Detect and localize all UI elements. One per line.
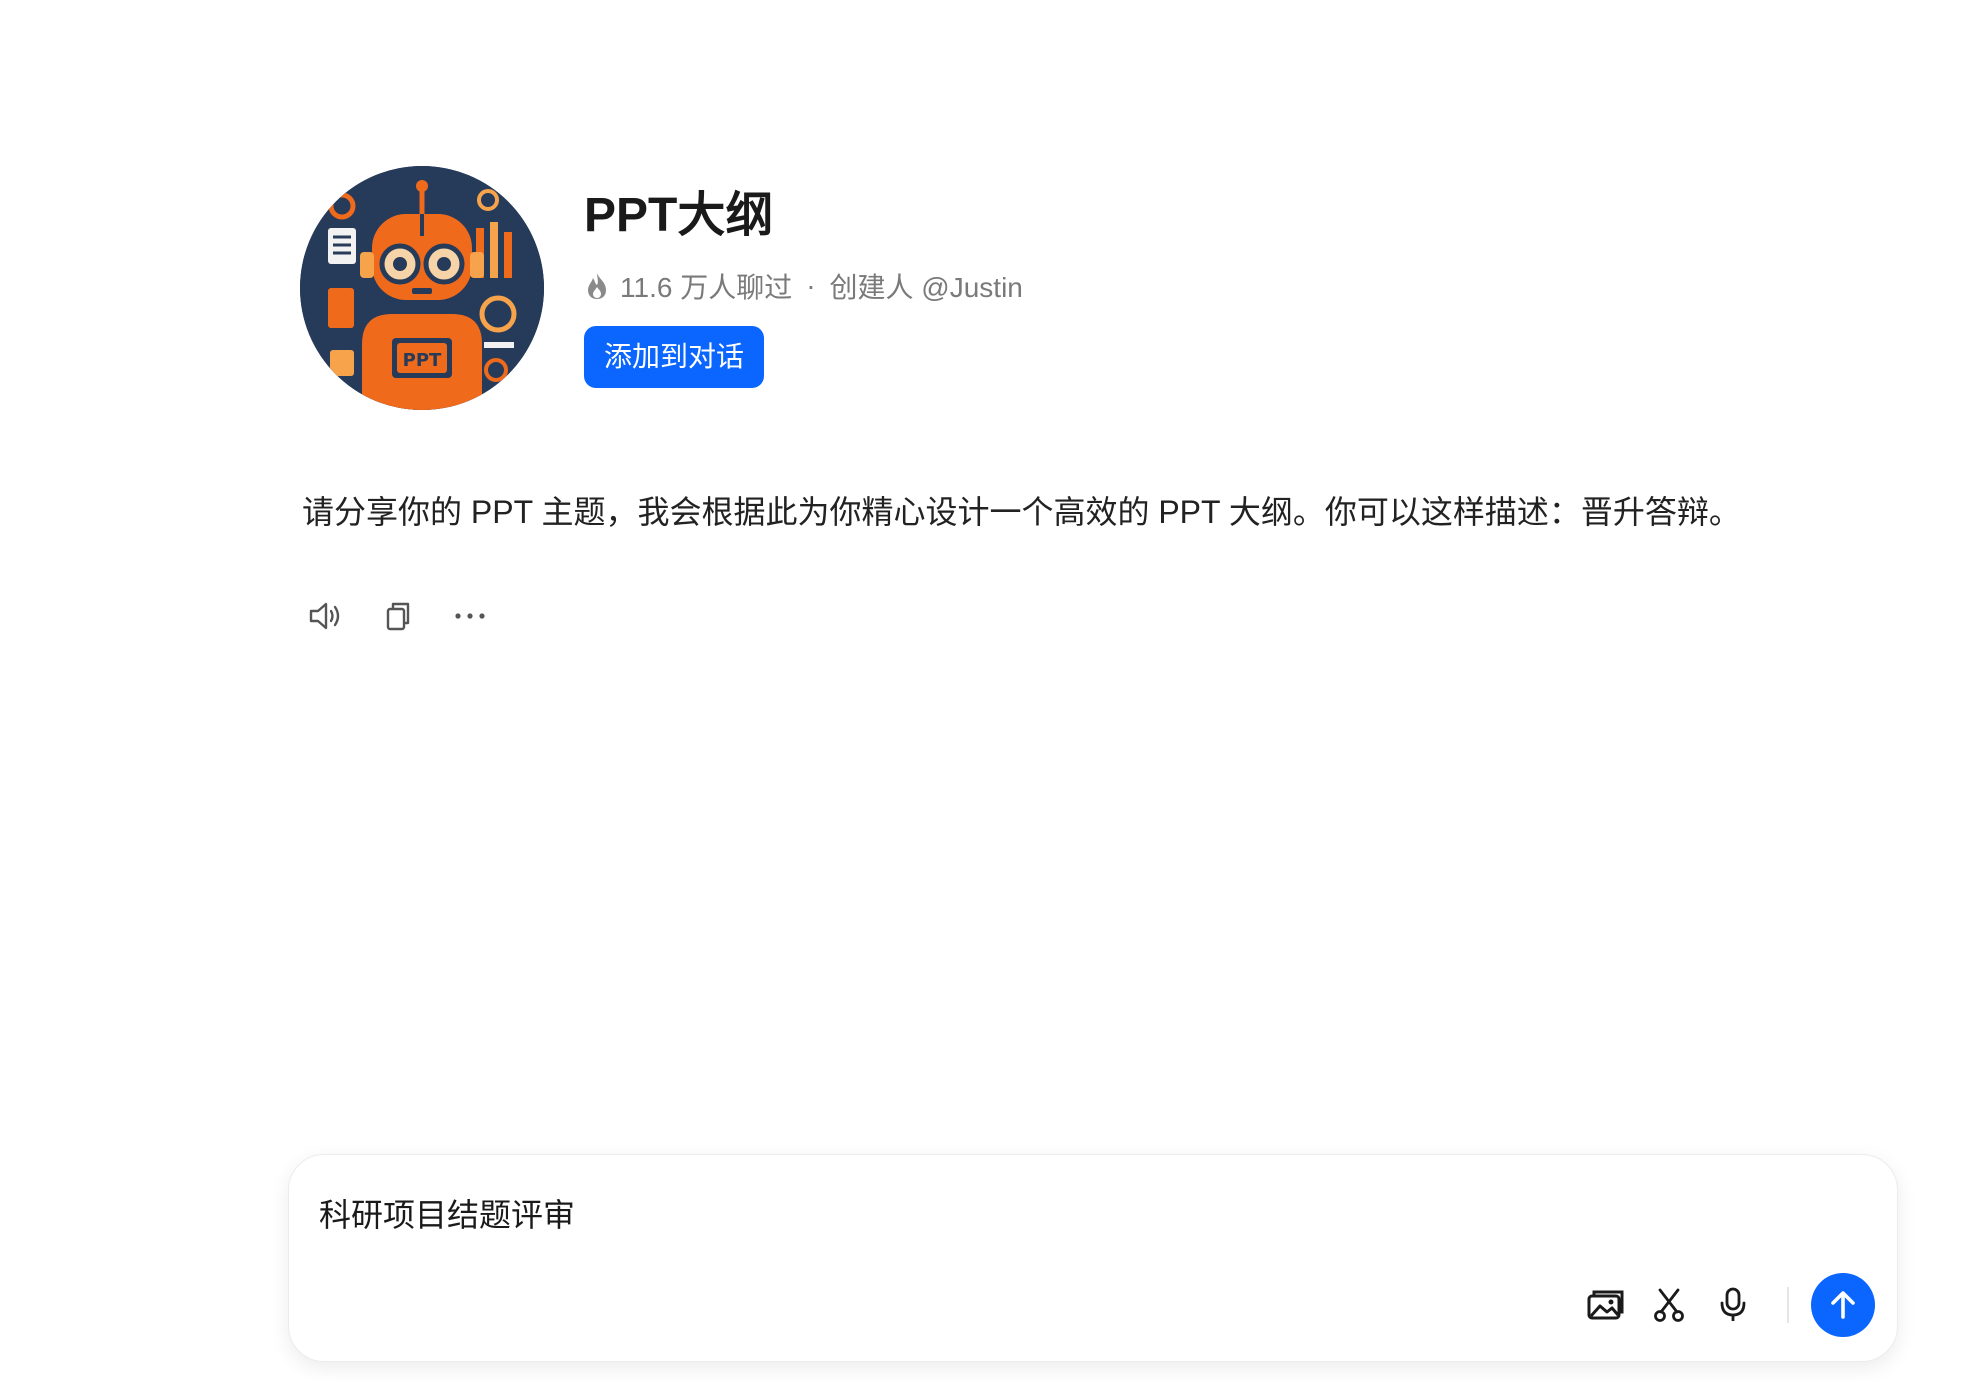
chat-input-box[interactable]: 科研项目结题评审 [288,1154,1898,1362]
message-actions [306,596,522,636]
bot-intro-message: 请分享你的 PPT 主题，我会根据此为你精心设计一个高效的 PPT 大纲。你可以… [302,494,1741,530]
copy-icon [386,602,410,631]
microphone-icon [1720,1287,1746,1321]
image-upload-icon [1587,1290,1624,1320]
bot-header: PPT PPT大纲 11.6 万人聊过 · 创建人 @Justin 添加到对话 [300,166,1023,410]
bot-meta: 11.6 万人聊过 · 创建人 @Justin [584,266,1023,306]
copy-button[interactable] [378,596,418,636]
chat-input[interactable]: 科研项目结题评审 [319,1193,575,1237]
input-tools [1565,1273,1875,1337]
bot-title: PPT大纲 [584,189,774,242]
bot-info: PPT大纲 11.6 万人聊过 · 创建人 @Justin 添加到对话 [584,166,1023,388]
send-arrow-icon [1831,1291,1855,1319]
bot-chat-page: PPT PPT大纲 11.6 万人聊过 · 创建人 @Justin 添加到对话 … [0,0,1981,1381]
read-aloud-button[interactable] [306,596,346,636]
more-icon [455,613,485,619]
meta-separator: · [806,270,816,301]
more-button[interactable] [450,596,490,636]
send-button[interactable] [1811,1273,1875,1337]
tool-divider [1787,1287,1789,1323]
chat-count: 11.6 万人聊过 [620,272,793,303]
speaker-icon [309,602,340,630]
robot-avatar-icon: PPT [300,166,544,410]
flame-icon [584,271,610,301]
upload-image-button[interactable] [1581,1281,1629,1329]
creator-label[interactable]: 创建人 @Justin [830,266,1023,306]
bot-avatar: PPT [300,166,544,410]
voice-input-button[interactable] [1709,1281,1757,1329]
scissors-icon [1654,1288,1684,1322]
screenshot-button[interactable] [1645,1281,1693,1329]
add-to-chat-button[interactable]: 添加到对话 [584,326,765,388]
avatar-ppt-label: PPT [403,350,442,371]
